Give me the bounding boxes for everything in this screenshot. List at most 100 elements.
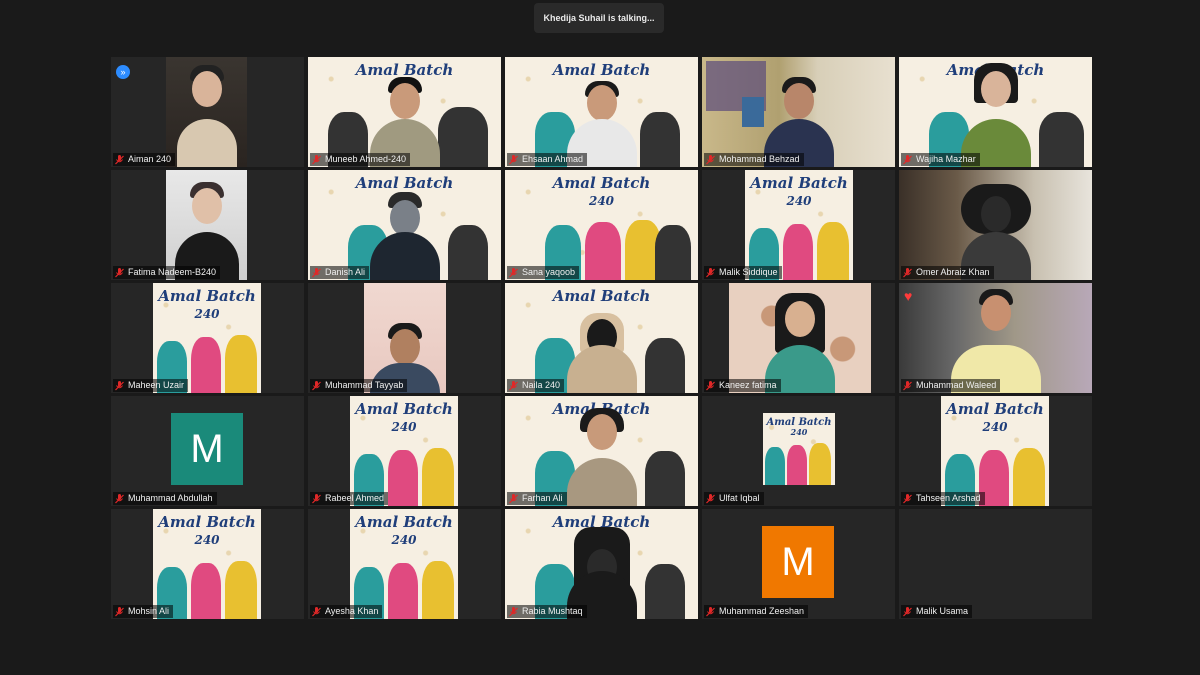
participant-name-label: Tahseen Arshad (901, 492, 985, 505)
participant-name-label: Wajiha Mazhar (901, 153, 980, 166)
participant-tile[interactable]: Malik Usama (899, 509, 1092, 619)
participant-video (166, 57, 247, 167)
participant-video: Amal Batch (505, 283, 698, 393)
participant-video: Amal Batch (505, 509, 698, 619)
mic-muted-icon (509, 380, 518, 391)
participant-profile-image: Amal Batch 240 (350, 396, 458, 506)
mic-muted-icon (706, 154, 715, 165)
participant-name-label: Malik Siddique (704, 266, 782, 279)
avatar: M (171, 413, 243, 485)
heart-icon: ♥ (904, 288, 913, 304)
mic-muted-icon (115, 606, 124, 617)
participant-tile[interactable]: Amal Batch 240 Danish Ali (308, 170, 501, 280)
participant-name-label: Ehsaan Ahmad (507, 153, 588, 166)
participant-name-label: Ulfat Iqbal (704, 492, 764, 505)
participant-name-label: Maheen Uzair (113, 379, 189, 392)
participant-video (364, 283, 446, 393)
participant-tile[interactable]: M Muhammad Abdullah (111, 396, 304, 506)
mic-muted-icon (312, 493, 321, 504)
participant-tile[interactable]: Amal Batch 240 Ayesha Khan (308, 509, 501, 619)
mic-muted-icon (115, 154, 124, 165)
participant-name-label: Muhammad Zeeshan (704, 605, 809, 618)
participant-tile[interactable]: ♥ Muhammad Waleed (899, 283, 1092, 393)
participant-tile[interactable]: Amal Batch Farhan Ali (505, 396, 698, 506)
mic-muted-icon (312, 267, 321, 278)
mic-muted-icon (115, 380, 124, 391)
participant-name-label: Rabeel Ahmed (310, 492, 389, 505)
mic-muted-icon (706, 493, 715, 504)
participant-video (166, 170, 247, 280)
participant-video: Amal Batch (308, 57, 501, 167)
participant-name-label: Mohammad Behzad (704, 153, 804, 166)
participant-name-label: Aiman 240 (113, 153, 176, 166)
participant-name-label: Danish Ali (310, 266, 370, 279)
mic-muted-icon (115, 493, 124, 504)
mic-muted-icon (115, 267, 124, 278)
mic-muted-icon (509, 606, 518, 617)
participant-profile-image: Amal Batch 240 (505, 170, 698, 280)
participant-name-label: Muhammad Waleed (901, 379, 1001, 392)
participant-name-label: Farhan Ali (507, 492, 567, 505)
participant-tile[interactable]: Muhammad Tayyab (308, 283, 501, 393)
participant-tile[interactable]: Omer Abraiz Khan (899, 170, 1092, 280)
participant-tile[interactable]: M Muhammad Zeeshan (702, 509, 895, 619)
participant-name-label: Rabia Mushtaq (507, 605, 587, 618)
active-speaker-indicator: Khedija Suhail is talking... (534, 3, 664, 33)
participant-tile[interactable]: Kaneez fatima (702, 283, 895, 393)
participant-profile-image: Amal Batch 240 (153, 283, 261, 393)
participant-name-label: Kaneez fatima (704, 379, 781, 392)
mic-muted-icon (706, 380, 715, 391)
participant-name-label: Malik Usama (901, 605, 973, 618)
mic-muted-icon (312, 380, 321, 391)
participant-video (899, 170, 1092, 280)
mic-muted-icon (903, 380, 912, 391)
participant-tile[interactable]: Amal Batch Wajiha Mazhar (899, 57, 1092, 167)
mic-muted-icon (509, 154, 518, 165)
gallery-grid: » Aiman 240 Amal Batch Muneeb Ahmed-240 … (111, 57, 1092, 619)
mic-muted-icon (509, 493, 518, 504)
participant-name-label: Sana yaqoob (507, 266, 580, 279)
pin-chevron-icon[interactable]: » (116, 65, 130, 79)
participant-name-label: Fatima Nadeem-B240 (113, 266, 221, 279)
participant-video: Amal Batch (505, 396, 698, 506)
participant-name-label: Mohsin Ali (113, 605, 174, 618)
participant-tile[interactable]: Amal Batch 240 Rabeel Ahmed (308, 396, 501, 506)
participant-name-label: Naila 240 (507, 379, 565, 392)
mic-muted-icon (706, 606, 715, 617)
participant-name-label: Muhammad Tayyab (310, 379, 408, 392)
participant-profile-image: Amal Batch 240 (941, 396, 1049, 506)
participant-tile[interactable]: Amal Batch 240 Mohsin Ali (111, 509, 304, 619)
participant-video: Amal Batch (505, 57, 698, 167)
participant-tile[interactable]: Amal Batch Naila 240 (505, 283, 698, 393)
participant-profile-image: Amal Batch 240 (763, 413, 835, 485)
participant-profile-image: Amal Batch 240 (153, 509, 261, 619)
participant-profile-image: Amal Batch 240 (350, 509, 458, 619)
participant-video: Amal Batch (899, 57, 1092, 167)
participant-name-label: Omer Abraiz Khan (901, 266, 994, 279)
participant-tile[interactable]: Fatima Nadeem-B240 (111, 170, 304, 280)
participant-tile[interactable]: Mohammad Behzad (702, 57, 895, 167)
participant-tile[interactable]: Amal Batch 240 Sana yaqoob (505, 170, 698, 280)
participant-name-label: Muhammad Abdullah (113, 492, 217, 505)
participant-tile[interactable]: Amal Batch 240 Ulfat Iqbal (702, 396, 895, 506)
mic-muted-icon (312, 154, 321, 165)
mic-muted-icon (903, 606, 912, 617)
mic-muted-icon (509, 267, 518, 278)
participant-name-label: Ayesha Khan (310, 605, 383, 618)
participant-name-label: Muneeb Ahmed-240 (310, 153, 411, 166)
participant-video: Amal Batch 240 (308, 170, 501, 280)
participant-video (729, 283, 871, 393)
participant-tile[interactable]: Amal Batch Rabia Mushtaq (505, 509, 698, 619)
participant-tile[interactable]: Amal Batch 240 Malik Siddique (702, 170, 895, 280)
avatar: M (762, 526, 834, 598)
participant-video (702, 57, 895, 167)
mic-muted-icon (903, 493, 912, 504)
mic-muted-icon (903, 154, 912, 165)
participant-tile[interactable]: Amal Batch 240 Maheen Uzair (111, 283, 304, 393)
participant-profile-image: Amal Batch 240 (745, 170, 853, 280)
participant-tile[interactable]: » Aiman 240 (111, 57, 304, 167)
participant-tile[interactable]: Amal Batch 240 Tahseen Arshad (899, 396, 1092, 506)
participant-tile[interactable]: Amal Batch Ehsaan Ahmad (505, 57, 698, 167)
mic-muted-icon (903, 267, 912, 278)
participant-tile[interactable]: Amal Batch Muneeb Ahmed-240 (308, 57, 501, 167)
